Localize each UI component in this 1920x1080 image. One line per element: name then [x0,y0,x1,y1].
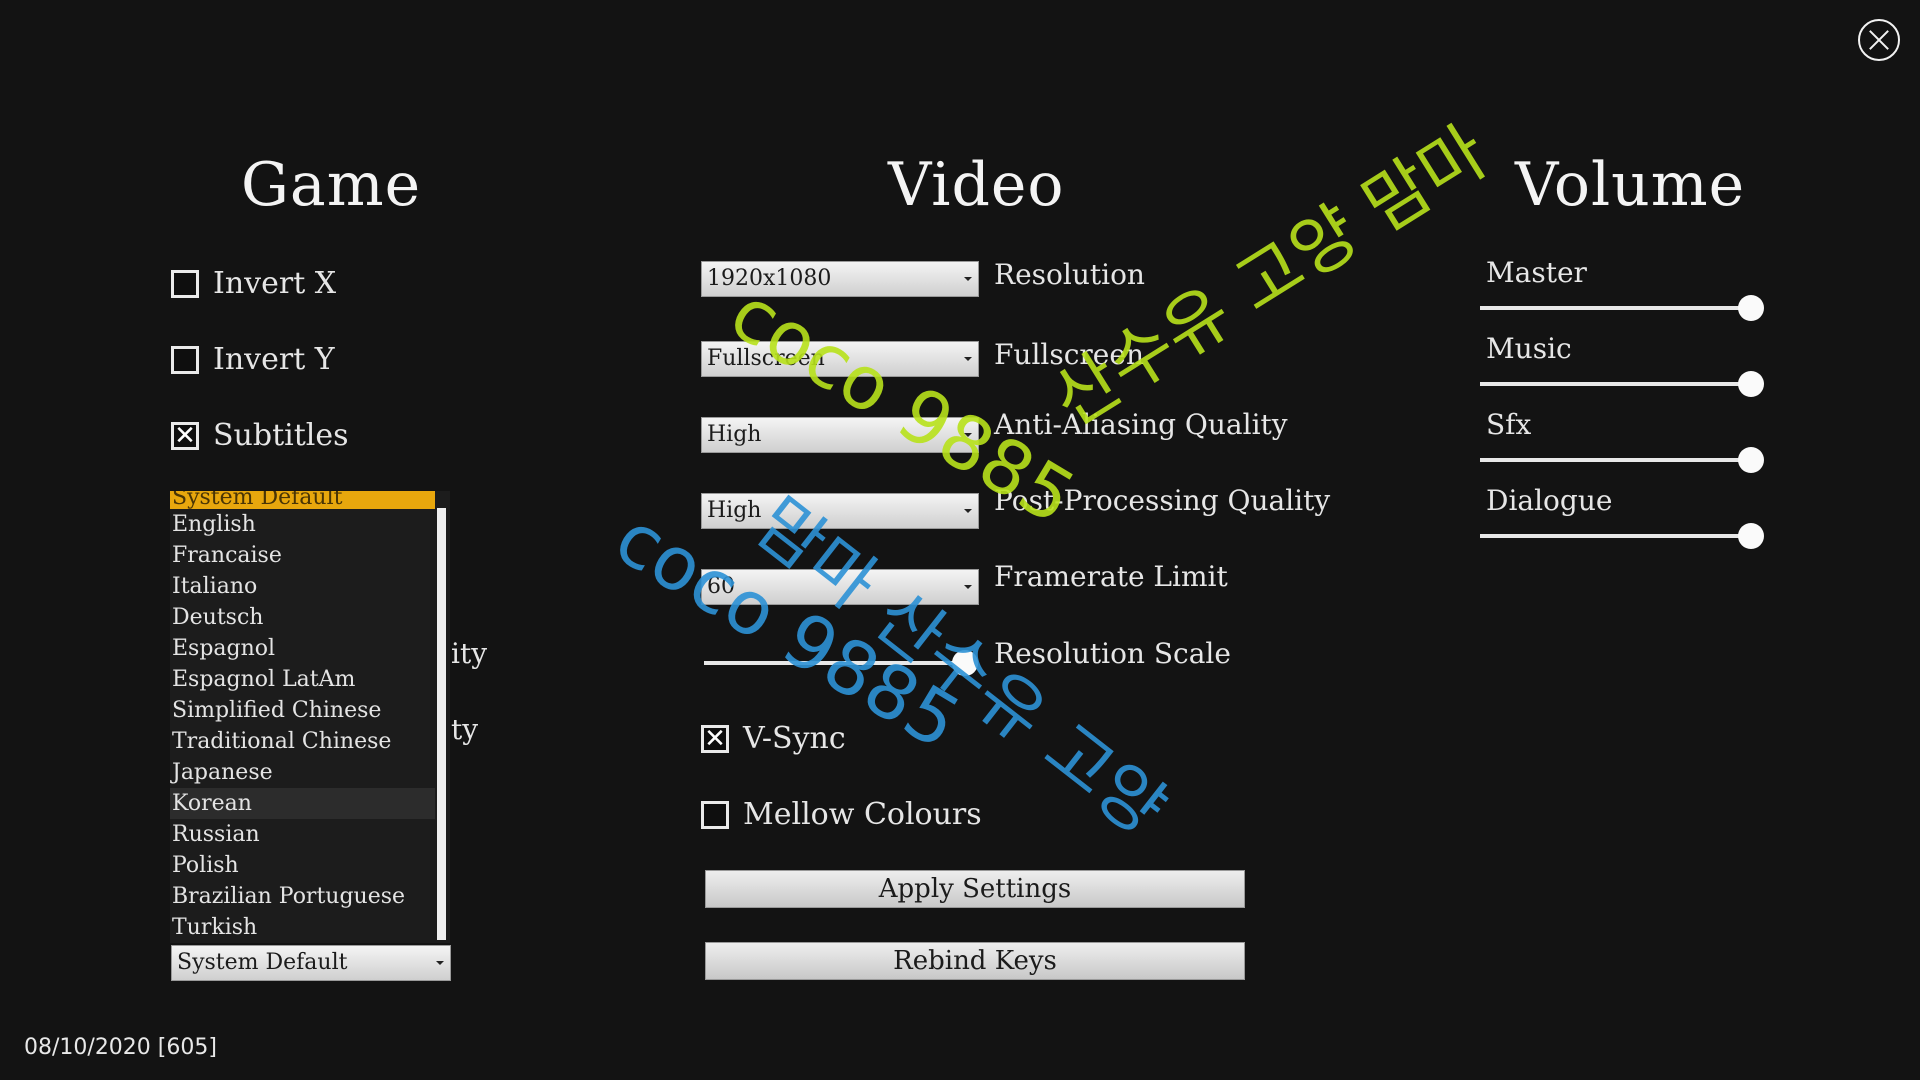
language-option[interactable]: Italiano [170,571,435,602]
fullscreen-select[interactable]: Fullscreen [701,341,979,377]
language-option[interactable]: Polish [170,850,435,881]
close-icon[interactable] [1858,19,1900,61]
language-option[interactable]: Espagnol LatAm [170,664,435,695]
anti-aliasing-label: Anti-Aliasing Quality [994,408,1288,441]
chevron-down-icon [964,277,972,281]
chevron-down-icon [964,357,972,361]
resolution-scale-track[interactable] [704,661,968,665]
language-option[interactable]: Turkish [170,912,435,943]
invert-y-toggle[interactable]: Invert Y [171,342,335,377]
language-dropdown-list[interactable]: System Default English Francaise Italian… [170,491,450,943]
post-processing-value: High [707,498,762,523]
obscured-label-1: ity [451,637,488,670]
language-option[interactable]: System Default [170,491,435,509]
resolution-value: 1920x1080 [707,266,832,291]
game-section-title: Game [241,150,422,220]
master-volume-track[interactable] [1480,306,1750,310]
language-option[interactable]: Simplified Chinese [170,695,435,726]
post-processing-label: Post-Processing Quality [994,484,1331,517]
fullscreen-value: Fullscreen [707,346,825,371]
music-volume-track[interactable] [1480,382,1750,386]
master-volume-knob[interactable] [1738,295,1764,321]
resolution-scale-knob[interactable] [952,650,978,676]
vsync-checkbox[interactable]: ✕ [701,724,729,753]
dialogue-volume-label: Dialogue [1486,484,1613,517]
music-volume-knob[interactable] [1738,371,1764,397]
mellow-colours-checkbox[interactable] [701,800,729,829]
invert-y-label: Invert Y [213,342,335,377]
language-select[interactable]: System Default [171,945,451,981]
framerate-label: Framerate Limit [994,560,1228,593]
dialogue-volume-track[interactable] [1480,534,1750,538]
language-option[interactable]: Deutsch [170,602,435,633]
vsync-label: V-Sync [743,721,846,756]
subtitles-toggle[interactable]: ✕ Subtitles [171,418,349,453]
language-option-hovered[interactable]: Korean [170,788,435,819]
language-option[interactable]: English [170,509,435,540]
language-select-value: System Default [177,950,348,975]
chevron-down-icon [964,433,972,437]
invert-y-checkbox[interactable] [171,345,199,374]
language-option[interactable]: Espagnol [170,633,435,664]
language-option[interactable]: Traditional Chinese [170,726,435,757]
resolution-label: Resolution [994,258,1145,291]
language-option[interactable]: Russian [170,819,435,850]
post-processing-select[interactable]: High [701,493,979,529]
invert-x-label: Invert X [213,266,337,301]
subtitles-label: Subtitles [213,418,349,453]
rebind-keys-button[interactable]: Rebind Keys [705,942,1245,980]
language-option[interactable]: Brazilian Portuguese [170,881,435,912]
music-volume-label: Music [1486,332,1572,365]
framerate-value: 60 [707,574,735,599]
mellow-colours-toggle[interactable]: Mellow Colours [701,797,982,832]
language-option[interactable]: Japanese [170,757,435,788]
anti-aliasing-value: High [707,422,762,447]
sfx-volume-track[interactable] [1480,458,1750,462]
resolution-select[interactable]: 1920x1080 [701,261,979,297]
language-list-scrollbar[interactable] [437,508,446,940]
video-section-title: Video [888,150,1065,220]
subtitles-checkbox[interactable]: ✕ [171,421,199,450]
dialogue-volume-knob[interactable] [1738,523,1764,549]
language-option[interactable]: Francaise [170,540,435,571]
resolution-scale-label: Resolution Scale [994,637,1231,670]
fullscreen-label: Fullscreen [994,338,1144,371]
chevron-down-icon [964,509,972,513]
framerate-select[interactable]: 60 [701,569,979,605]
anti-aliasing-select[interactable]: High [701,417,979,453]
apply-settings-button[interactable]: Apply Settings [705,870,1245,908]
obscured-label-2: ty [451,713,479,746]
invert-x-toggle[interactable]: Invert X [171,266,336,301]
master-volume-label: Master [1486,256,1587,289]
build-date-footer: 08/10/2020 [605] [24,1035,217,1060]
sfx-volume-label: Sfx [1486,408,1532,441]
sfx-volume-knob[interactable] [1738,447,1764,473]
volume-section-title: Volume [1515,150,1746,220]
mellow-colours-label: Mellow Colours [743,797,982,832]
vsync-toggle[interactable]: ✕ V-Sync [701,721,846,756]
chevron-down-icon [964,585,972,589]
chevron-down-icon [436,961,444,965]
invert-x-checkbox[interactable] [171,269,199,298]
